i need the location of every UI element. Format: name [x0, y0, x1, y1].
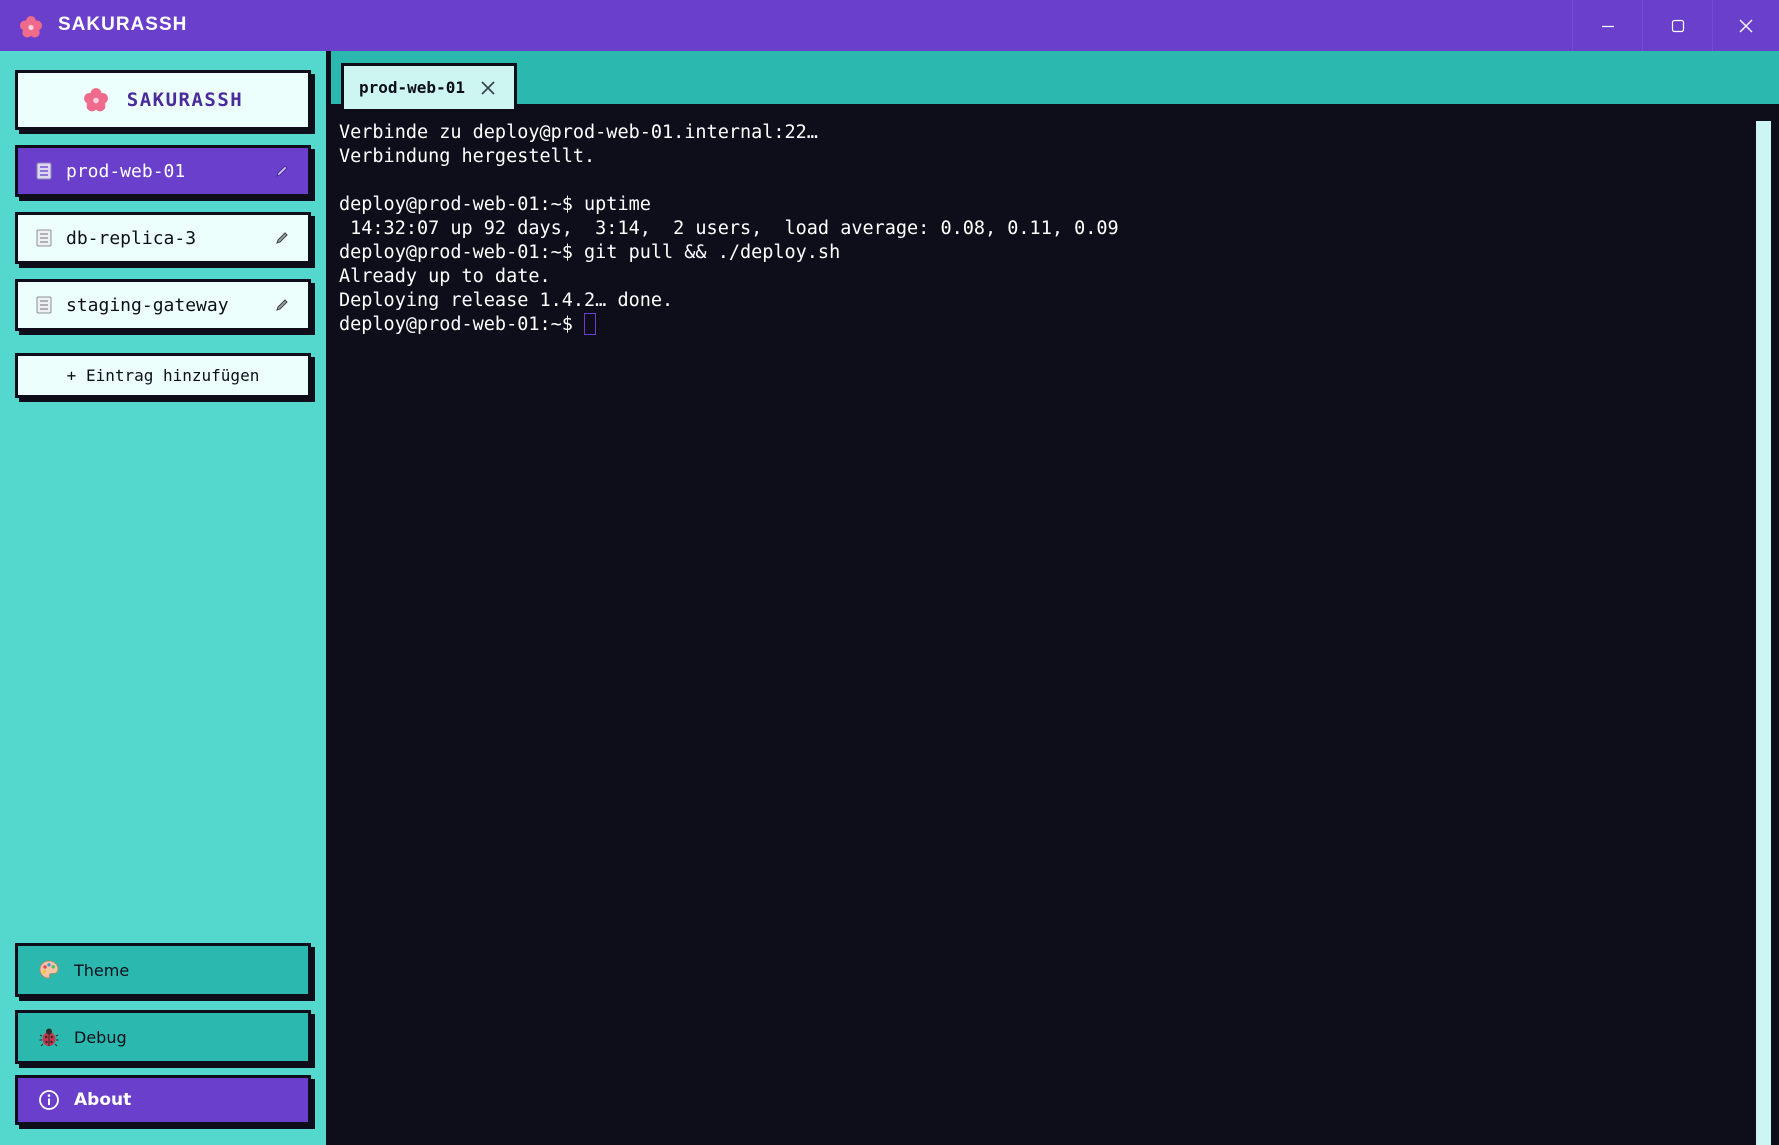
info-icon	[39, 1090, 59, 1110]
about-button[interactable]: About	[15, 1075, 311, 1125]
debug-label: Debug	[74, 1027, 127, 1047]
terminal-output[interactable]: Verbinde zu deploy@prod-web-01.internal:…	[331, 109, 1756, 1145]
brand-button[interactable]: SAKURASSH	[15, 70, 311, 130]
minimize-icon	[1601, 25, 1614, 27]
server-icon	[36, 229, 52, 247]
terminal-cursor	[584, 313, 597, 335]
bug-icon	[39, 1028, 59, 1047]
tab-label: prod-web-01	[359, 78, 465, 97]
scrollbar-thumb[interactable]	[1756, 121, 1771, 1145]
debug-button[interactable]: Debug	[15, 1010, 311, 1064]
window-title: SAKURASSH	[58, 14, 188, 35]
terminal-line: Already up to date.	[339, 266, 551, 287]
tab-prod-web-01[interactable]: prod-web-01	[341, 63, 517, 109]
about-label: About	[74, 1090, 132, 1110]
terminal-line: 14:32:07 up 92 days, 3:14, 2 users, load…	[339, 218, 1119, 239]
host-label: db-replica-3	[66, 227, 197, 249]
host-item-db-replica-3[interactable]: db-replica-3	[15, 212, 311, 264]
server-icon	[36, 162, 52, 180]
terminal-line: deploy@prod-web-01:~$ git pull && ./depl…	[339, 242, 841, 263]
title-bar: SAKURASSH	[0, 0, 1779, 51]
pencil-icon[interactable]	[274, 163, 290, 179]
add-entry-label: + Eintrag hinzufügen	[66, 366, 260, 385]
pencil-icon[interactable]	[274, 230, 290, 246]
host-label: prod-web-01	[66, 160, 186, 182]
theme-label: Theme	[74, 960, 130, 980]
terminal-line: deploy@prod-web-01:~$ uptime	[339, 194, 651, 215]
terminal-prompt: deploy@prod-web-01:~$	[339, 314, 585, 335]
server-icon	[36, 296, 52, 314]
maximize-button[interactable]	[1642, 0, 1712, 51]
close-icon	[1739, 19, 1753, 32]
add-entry-button[interactable]: + Eintrag hinzufügen	[15, 353, 311, 398]
theme-button[interactable]: Theme	[15, 943, 311, 997]
minimize-button[interactable]	[1572, 0, 1642, 51]
terminal-line: Verbindung hergestellt.	[339, 146, 596, 167]
palette-icon	[39, 960, 59, 979]
terminal-line: Deploying release 1.4.2… done.	[339, 290, 674, 311]
close-tab-icon[interactable]	[480, 80, 496, 96]
terminal-line: Verbinde zu deploy@prod-web-01.internal:…	[339, 122, 818, 143]
sakura-icon	[83, 88, 108, 112]
tab-bar: prod-web-01	[331, 51, 1779, 109]
host-label: staging-gateway	[66, 294, 229, 316]
sakura-logo-icon	[20, 16, 42, 38]
brand-label: SAKURASSH	[126, 89, 244, 111]
host-item-staging-gateway[interactable]: staging-gateway	[15, 279, 311, 331]
close-button[interactable]	[1712, 0, 1779, 51]
maximize-icon	[1671, 19, 1684, 32]
host-item-prod-web-01[interactable]: prod-web-01	[15, 145, 311, 197]
pencil-icon[interactable]	[274, 297, 290, 313]
terminal-prompt-line[interactable]: deploy@prod-web-01:~$	[339, 313, 1748, 337]
